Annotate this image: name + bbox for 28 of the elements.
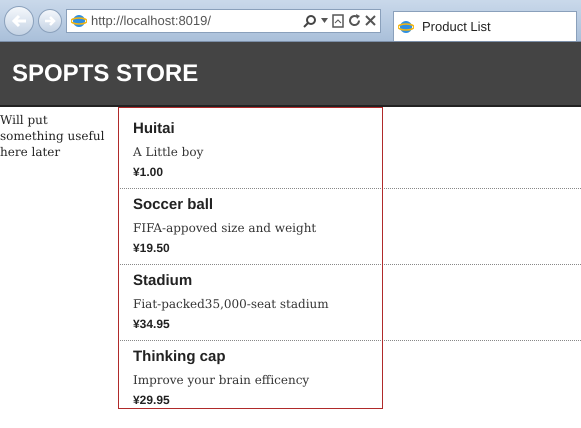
address-bar[interactable]: http://localhost:8019/: [66, 8, 381, 32]
browser-tab[interactable]: Product List: [393, 11, 577, 41]
product-price: ¥1.00: [133, 164, 164, 181]
globe-e-icon: [71, 12, 87, 28]
product-description: FIFA-appoved size and weight: [133, 220, 316, 237]
forward-button[interactable]: [38, 8, 62, 32]
dropdown-caret-icon[interactable]: [321, 18, 328, 23]
address-text: http://localhost:8019/: [91, 12, 212, 30]
product-price: ¥19.50: [133, 240, 170, 257]
product-name: Thinking cap: [133, 347, 226, 367]
back-button[interactable]: [4, 6, 34, 36]
product-price: ¥29.95: [133, 392, 170, 409]
product-name: Huitai: [133, 119, 175, 139]
back-arrow-icon: [11, 14, 27, 28]
search-icon[interactable]: [303, 14, 317, 28]
forward-arrow-icon: [44, 16, 56, 26]
store-title: SPOPTS STORE: [12, 58, 198, 88]
page-icon[interactable]: [332, 14, 344, 28]
product-price: ¥34.95: [133, 316, 170, 333]
product-name: Soccer ball: [133, 195, 214, 215]
product-description: Improve your brain efficency: [133, 372, 310, 389]
product-name: Stadium: [133, 271, 192, 291]
sidebar-text: Will put something useful here later: [0, 112, 106, 160]
close-icon[interactable]: [365, 15, 376, 26]
globe-e-icon: [398, 18, 414, 34]
product-description: A Little boy: [133, 144, 204, 161]
product-description: Fiat-packed35,000-seat stadium: [133, 296, 329, 313]
refresh-icon[interactable]: [348, 14, 361, 27]
